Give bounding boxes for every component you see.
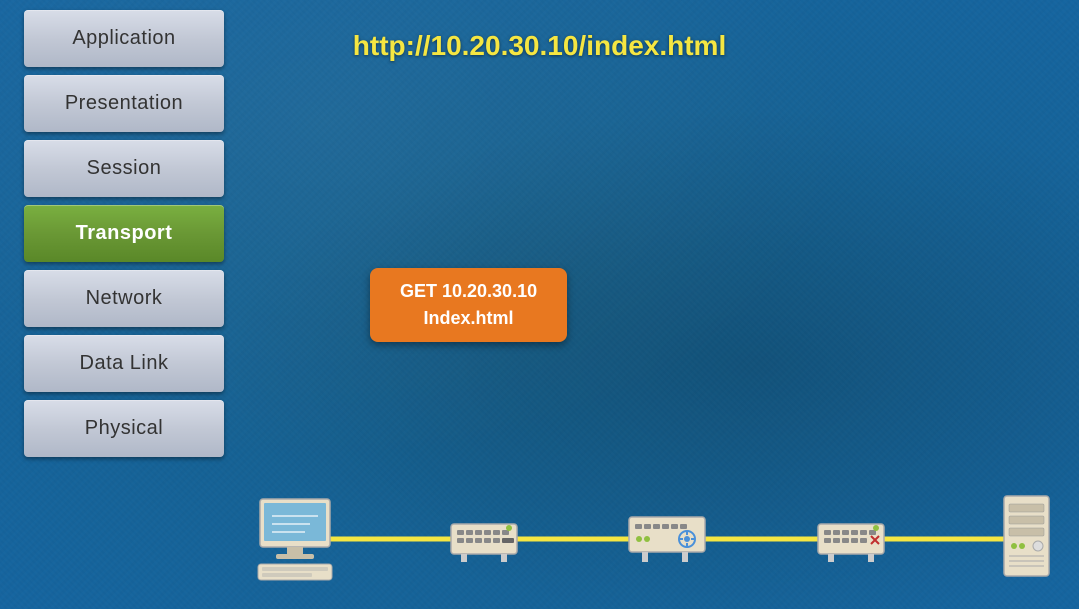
server-device (994, 494, 1059, 584)
switch1-device (449, 514, 519, 564)
packet-bubble: GET 10.20.30.10 Index.html (370, 268, 567, 342)
switch3-device (816, 514, 886, 564)
router-device (627, 512, 707, 567)
url-display: http://10.20.30.10/index.html (353, 30, 726, 62)
packet-line1: GET 10.20.30.10 (400, 278, 537, 305)
layer-btn-network[interactable]: Network (24, 270, 224, 327)
layer-btn-session[interactable]: Session (24, 140, 224, 197)
network-diagram (250, 489, 1059, 589)
layer-btn-data-link[interactable]: Data Link (24, 335, 224, 392)
osi-layer-list: Application Presentation Session Transport N… (24, 10, 224, 457)
layer-btn-application[interactable]: Application (24, 10, 224, 67)
workstation-device (250, 494, 340, 584)
packet-line2: Index.html (400, 305, 537, 332)
layer-btn-transport[interactable]: Transport (24, 205, 224, 262)
layer-btn-physical[interactable]: Physical (24, 400, 224, 457)
layer-btn-presentation[interactable]: Presentation (24, 75, 224, 132)
